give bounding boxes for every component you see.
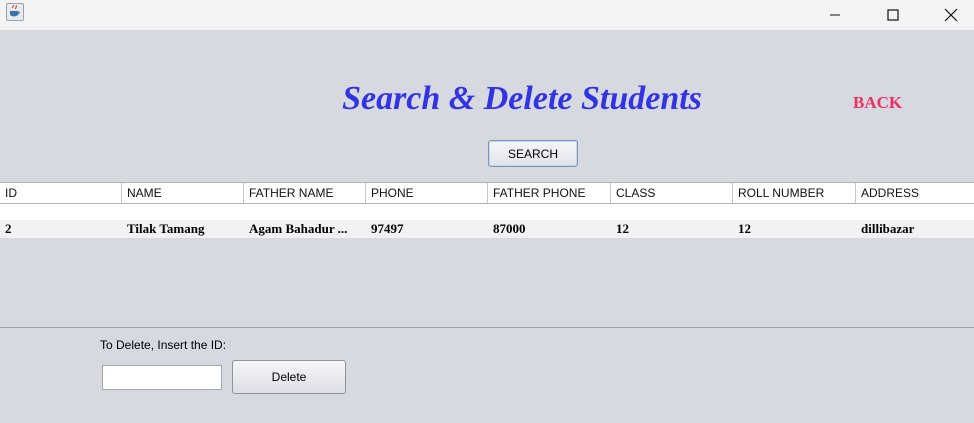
column-header-id[interactable]: ID	[0, 183, 122, 203]
cell-father-phone[interactable]: 87000	[488, 220, 611, 238]
cell-address[interactable]: dillibazar	[856, 220, 974, 238]
table-body	[0, 204, 974, 220]
page-title: Search & Delete Students	[342, 80, 702, 117]
maximize-button[interactable]	[870, 0, 916, 30]
maximize-icon	[887, 9, 899, 21]
column-header-address[interactable]: ADDRESS	[856, 183, 974, 203]
minimize-button[interactable]	[812, 0, 858, 30]
close-button[interactable]	[928, 0, 974, 30]
column-header-name[interactable]: NAME	[122, 183, 244, 203]
minimize-icon	[830, 14, 840, 16]
column-header-phone[interactable]: PHONE	[366, 183, 488, 203]
delete-id-input[interactable]	[102, 365, 222, 390]
column-header-father-phone[interactable]: FATHER PHONE	[488, 183, 611, 203]
cell-name[interactable]: Tilak Tamang	[122, 220, 244, 238]
cell-id[interactable]: 2	[0, 220, 122, 238]
table-header: ID NAME FATHER NAME PHONE FATHER PHONE C…	[0, 182, 974, 204]
close-icon	[944, 8, 958, 22]
cell-roll-number[interactable]: 12	[733, 220, 856, 238]
java-app-icon	[6, 3, 24, 21]
cell-class[interactable]: 12	[611, 220, 733, 238]
column-header-roll-number[interactable]: ROLL NUMBER	[733, 183, 856, 203]
cell-phone[interactable]: 97497	[366, 220, 488, 238]
delete-button[interactable]: Delete	[232, 360, 346, 394]
table-empty-area	[0, 238, 974, 328]
column-header-father-name[interactable]: FATHER NAME	[244, 183, 366, 203]
cell-father-name[interactable]: Agam Bahadur ...	[244, 220, 366, 238]
back-link[interactable]: BACK	[853, 93, 902, 113]
search-button[interactable]: SEARCH	[488, 140, 578, 167]
column-header-class[interactable]: CLASS	[611, 183, 733, 203]
delete-id-label: To Delete, Insert the ID:	[100, 338, 227, 352]
table-row[interactable]: 2 Tilak Tamang Agam Bahadur ... 97497 87…	[0, 220, 974, 238]
window-titlebar	[0, 0, 974, 30]
